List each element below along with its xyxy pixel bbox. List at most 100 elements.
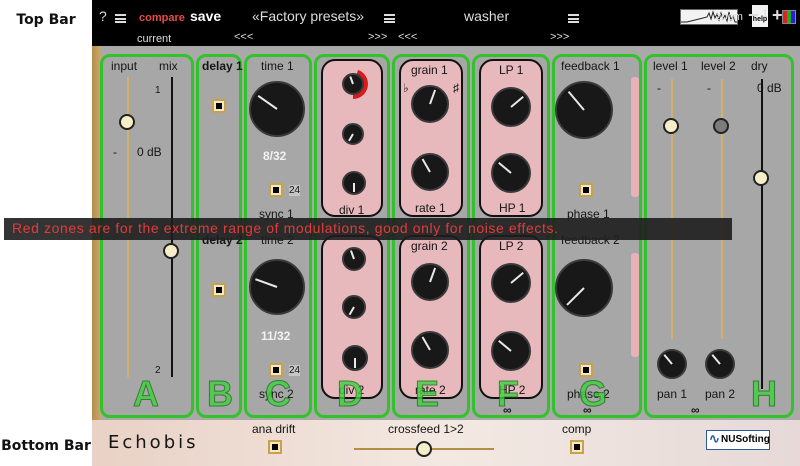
comp-label: comp [562,422,592,436]
pan2-label: pan 2 [705,387,736,401]
grain1-label: grain 1 [411,63,448,77]
div1-panel: div 1 [321,59,383,217]
product-name: Echobis [108,432,199,453]
scroll-left-1[interactable]: <<< [234,31,253,43]
phase1-toggle[interactable] [579,183,593,197]
hp2-knob[interactable] [491,331,531,371]
save-button[interactable]: save [190,8,221,24]
section-letter-f: F [497,373,520,415]
div1-knob-top[interactable] [342,73,364,95]
menu-icon[interactable] [115,14,126,23]
grain1-panel: grain 1 ♭ ♯ rate 1 [399,59,463,217]
dry-slider-handle[interactable] [753,170,769,187]
time2-knob[interactable] [249,259,305,315]
mix-scale-1: 1 [155,85,161,96]
compare-button[interactable]: compare [139,12,185,24]
input-slider-handle[interactable] [119,114,135,130]
time1-label: time 1 [261,59,294,73]
div2-knob-top[interactable] [342,247,366,271]
red-zone-note: Red zones are for the extreme range of m… [4,218,732,240]
zoom-label: zoom [716,11,743,23]
rate1-knob[interactable] [411,153,449,191]
input-db-readout: 0 dB [137,145,162,159]
scroll-right-2[interactable]: >>> [550,31,569,43]
grain2-label: grain 2 [411,239,448,253]
feedback2-meter [631,253,639,357]
pan1-label: pan 1 [657,387,688,401]
grain1-knob[interactable] [411,85,449,123]
zoom-out-button[interactable]: − [748,5,759,26]
div1-label: div 1 [339,203,365,217]
current-label: current [137,33,172,45]
top-bar-annotation: Top Bar [16,12,76,28]
ana-drift-toggle[interactable] [268,440,282,454]
delay1-toggle[interactable] [212,99,226,113]
sync1-toggle[interactable] [269,183,283,197]
preset-bank-menu-icon[interactable] [384,14,395,23]
delay2-toggle[interactable] [212,283,226,297]
dry-label: dry [751,59,768,73]
mix-label: mix [159,59,178,73]
mix-slider-handle[interactable] [163,243,179,259]
scroll-right-1[interactable]: >>> [368,31,387,43]
nusofting-logo: NUSofting [706,430,770,450]
section-letter-b: B [207,373,234,415]
sync1-number: 24 [289,185,301,196]
filter1-panel: LP 1 HP 1 [479,59,543,217]
top-bar: ? compare save «Factory presets» washer … [92,0,800,46]
time1-knob[interactable] [249,81,305,137]
help-question-button[interactable]: ? [99,8,107,24]
section-letter-g: G [578,373,608,415]
preset-bank-dropdown[interactable]: «Factory presets» [252,8,364,24]
delay1-label: delay 1 [202,59,243,73]
crossfeed-slider-handle[interactable] [416,441,432,457]
rate1-label: rate 1 [415,201,446,215]
section-letter-e: E [414,373,440,415]
zoom-in-button[interactable]: + [772,5,783,26]
pan2-knob[interactable] [705,349,735,379]
sharp-symbol: ♯ [453,81,459,95]
pan-link-icon[interactable]: ∞ [691,403,700,417]
lp2-knob[interactable] [491,263,531,303]
level1-slider-handle[interactable] [663,117,679,134]
zoom-level: 1 [762,8,769,20]
preset-menu-icon[interactable] [568,14,579,23]
input-scale-minus: - [113,145,117,159]
hp1-label: HP 1 [499,201,526,215]
level1-scale-minus: - [657,81,661,95]
feedback1-label: feedback 1 [561,59,620,73]
preset-name[interactable]: washer [464,8,509,24]
input-label: input [111,59,138,73]
dry-slider-track[interactable] [761,79,763,389]
div2-knob-mid[interactable] [342,295,366,319]
bottom-bar: Echobis ana drift crossfeed 1>2 comp NUS… [92,420,800,466]
feedback1-knob[interactable] [555,81,613,139]
hp1-knob[interactable] [491,153,531,193]
section-letter-c: C [265,373,292,415]
flat-symbol: ♭ [403,81,409,95]
div1-knob-bottom[interactable] [342,171,366,195]
div1-knob-mid[interactable] [342,123,364,145]
pan1-knob[interactable] [657,349,687,379]
level2-label: level 2 [701,59,736,73]
level2-slider-handle[interactable] [713,117,729,134]
lp2-label: LP 2 [499,239,524,253]
section-letter-h: H [751,373,778,415]
lp1-knob[interactable] [491,87,531,127]
time2-value: 11/32 [261,329,291,343]
section-letter-d: D [337,373,364,415]
feedback1-meter [631,77,639,197]
grain2-knob[interactable] [411,263,449,301]
level1-label: level 1 [653,59,688,73]
level2-scale-minus: - [707,81,711,95]
feedback2-knob[interactable] [555,259,613,317]
div2-knob-bottom[interactable] [342,345,368,371]
lp1-label: LP 1 [499,63,524,77]
crossfeed-label: crossfeed 1>2 [388,422,464,436]
comp-toggle[interactable] [570,440,584,454]
rate2-knob[interactable] [411,331,449,369]
color-theme-icon[interactable] [782,10,796,24]
ana-drift-label: ana drift [252,422,296,436]
section-letter-a: A [133,373,160,415]
scroll-left-2[interactable]: <<< [398,31,417,43]
